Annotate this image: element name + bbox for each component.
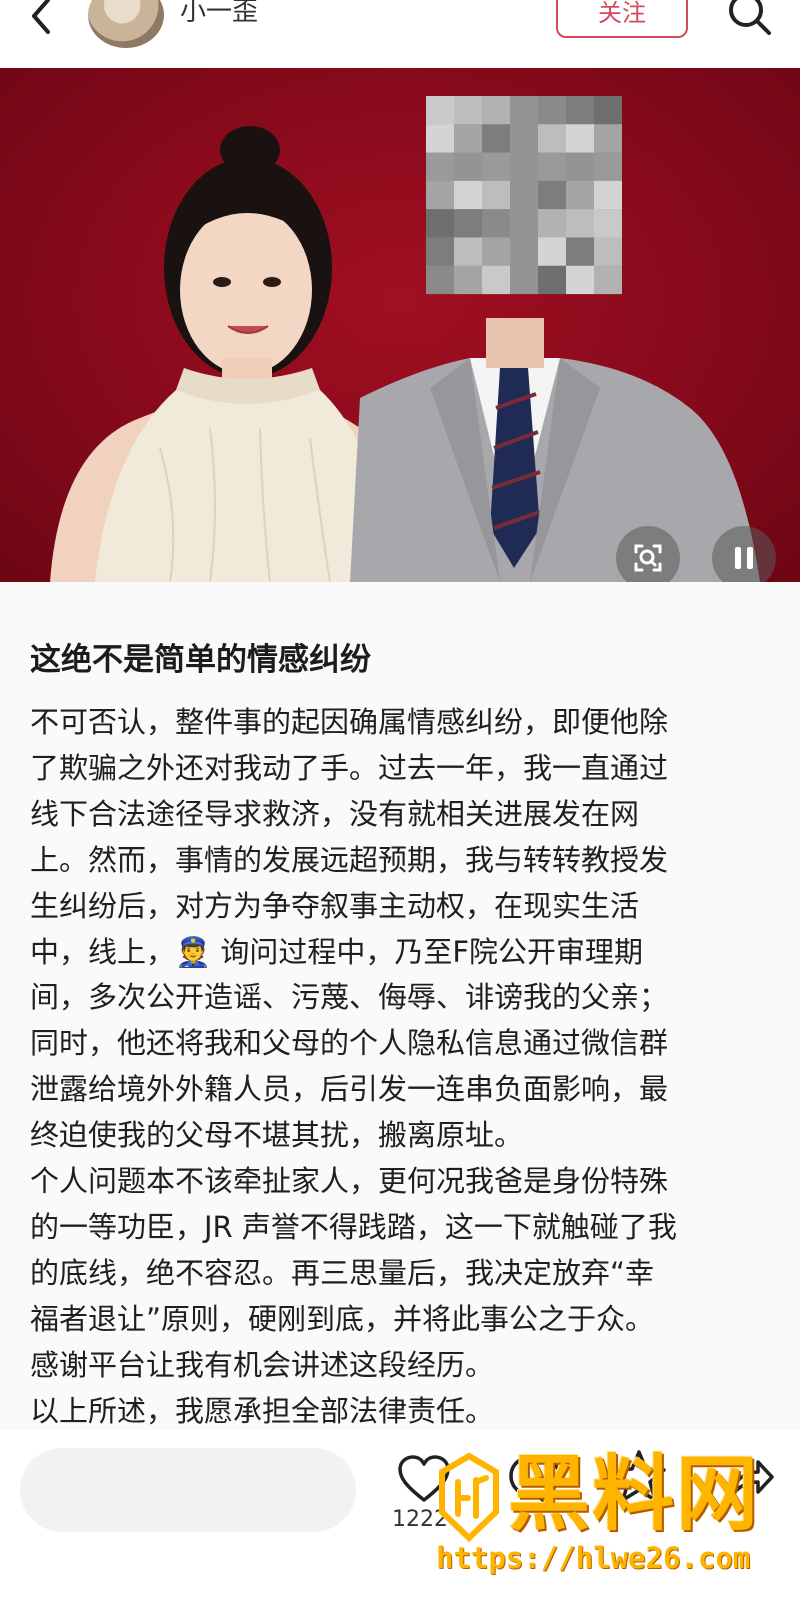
mosaic-tile (538, 152, 566, 181)
image-search-button[interactable] (616, 526, 680, 582)
search-button[interactable] (724, 0, 776, 40)
search-icon (729, 0, 771, 35)
mosaic-tile (454, 209, 482, 238)
like-count: 1222 (392, 1507, 448, 1532)
mosaic-tile (482, 96, 510, 125)
mosaic-tile (426, 237, 454, 266)
mosaic-tile (482, 124, 510, 153)
mosaic-tile (538, 124, 566, 153)
post-body-line: 福者退让”原则，硬刚到底，并将此事公之于众。 (30, 1301, 655, 1336)
author-avatar[interactable] (88, 0, 164, 48)
mosaic-tile (510, 124, 538, 153)
back-button[interactable] (18, 0, 68, 40)
mosaic-tile (538, 96, 566, 125)
mosaic-tile (566, 124, 594, 153)
mosaic-tile (594, 237, 622, 266)
comment-input[interactable] (20, 1448, 356, 1532)
mosaic-tile (454, 124, 482, 153)
mosaic-tile (538, 209, 566, 238)
mosaic-tile (594, 180, 622, 210)
mosaic-tile (594, 124, 622, 153)
pixelated-face-mosaic (426, 96, 622, 295)
post-title: 这绝不是简单的情感纠纷 (30, 642, 371, 678)
star-icon (612, 1450, 666, 1502)
post-body-line: 上。然而，事情的发展远超预期，我与转转教授发 (30, 842, 669, 877)
share-button[interactable] (722, 1450, 774, 1506)
mosaic-tile (538, 265, 566, 295)
post-body-line: 不可否认，整件事的起因确属情感纠纷，即便他除 (30, 705, 669, 739)
mosaic-tile (482, 209, 510, 238)
mosaic-tile (426, 209, 454, 238)
mosaic-tile (566, 209, 594, 238)
post-body-line: 了欺骗之外还对我动了手。过去一年，我一直通过 (30, 750, 669, 785)
mosaic-tile (510, 209, 538, 238)
author-name[interactable]: 小一歪 (180, 0, 258, 28)
mosaic-tile (566, 237, 594, 266)
post-body: 不可否认，整件事的起因确属情感纠纷，即便他除 了欺骗之外还对我动了手。过去一年，我… (30, 700, 770, 1435)
post-image[interactable] (0, 68, 800, 582)
pause-button[interactable] (712, 526, 776, 582)
mosaic-tile (510, 152, 538, 181)
mosaic-tile (482, 180, 510, 210)
mosaic-tile (454, 265, 482, 295)
post-body-line: 泄露给境外外籍人员，后引发一连串负面影响，最 (30, 1072, 669, 1107)
mosaic-tile (426, 96, 454, 125)
mosaic-tile (454, 152, 482, 181)
mosaic-tile (594, 265, 622, 295)
heart-icon (398, 1455, 450, 1502)
mosaic-tile (566, 152, 594, 181)
post-body-line: 感谢平台让我有机会讲述这段经历。 (30, 1347, 495, 1382)
mosaic-tile (426, 152, 454, 181)
lens-scan-icon (634, 544, 662, 572)
couple-photo (50, 96, 760, 582)
mosaic-tile (566, 180, 594, 210)
woman-figure (50, 126, 400, 582)
comment-bubble-icon (509, 1454, 561, 1504)
post-body-line: 间，多次公开造谣、污蔑、侮辱、诽谤我的父亲； (30, 980, 669, 1015)
share-icon (730, 1460, 774, 1498)
mosaic-tile (482, 152, 510, 181)
mosaic-tile (510, 237, 538, 266)
mosaic-tile (594, 152, 622, 181)
mosaic-tile (482, 237, 510, 266)
mosaic-tile (426, 180, 454, 210)
comment-button[interactable] (506, 1450, 564, 1506)
mosaic-tile (594, 209, 622, 238)
like-button[interactable] (396, 1454, 452, 1506)
post-body-line: 中，线上，👮 询问过程中，乃至F院公开审理期 (30, 934, 644, 969)
bottom-action-bar: 1222 (0, 1430, 800, 1600)
mosaic-tile (426, 265, 454, 295)
mosaic-tile (454, 96, 482, 125)
mosaic-tile (566, 96, 594, 125)
top-bar: 小一歪 关注 (0, 0, 800, 68)
mosaic-tile (538, 180, 566, 210)
favorite-button[interactable] (610, 1448, 668, 1504)
pause-icon (735, 547, 753, 569)
mosaic-tile (454, 180, 482, 210)
post-body-line: 终迫使我的父母不堪其扰，搬离原址。 (30, 1118, 524, 1153)
mosaic-tile (510, 180, 538, 210)
post-body-line: 的底线，绝不容忍。再三思量后，我决定放弃“幸 (30, 1255, 655, 1290)
back-arrow-icon (32, 0, 50, 34)
post-body-line: 生纠纷后，对方为争夺叙事主动权，在现实生活 (30, 888, 640, 923)
mosaic-tile (482, 265, 510, 295)
mosaic-tile (538, 237, 566, 266)
post-body-line: 个人问题本不该牵扯家人，更何况我爸是身份特殊 (30, 1164, 669, 1199)
mosaic-tile (454, 237, 482, 266)
post-body-line: 线下合法途径导求救济，没有就相关进展发在网 (30, 796, 640, 831)
post-body-line: 同时，他还将我和父母的个人隐私信息通过微信群 (30, 1026, 669, 1061)
follow-button[interactable]: 关注 (556, 0, 688, 38)
mosaic-tile (510, 265, 538, 295)
mosaic-tile (594, 96, 622, 125)
mosaic-tile (426, 124, 454, 153)
mosaic-tile (510, 96, 538, 125)
post-body-line: 的一等功臣，JR 声誉不得践踏，这一下就触碰了我 (30, 1209, 677, 1244)
post-body-line: 以上所述，我愿承担全部法律责任。 (30, 1393, 495, 1428)
mosaic-tile (566, 265, 594, 295)
